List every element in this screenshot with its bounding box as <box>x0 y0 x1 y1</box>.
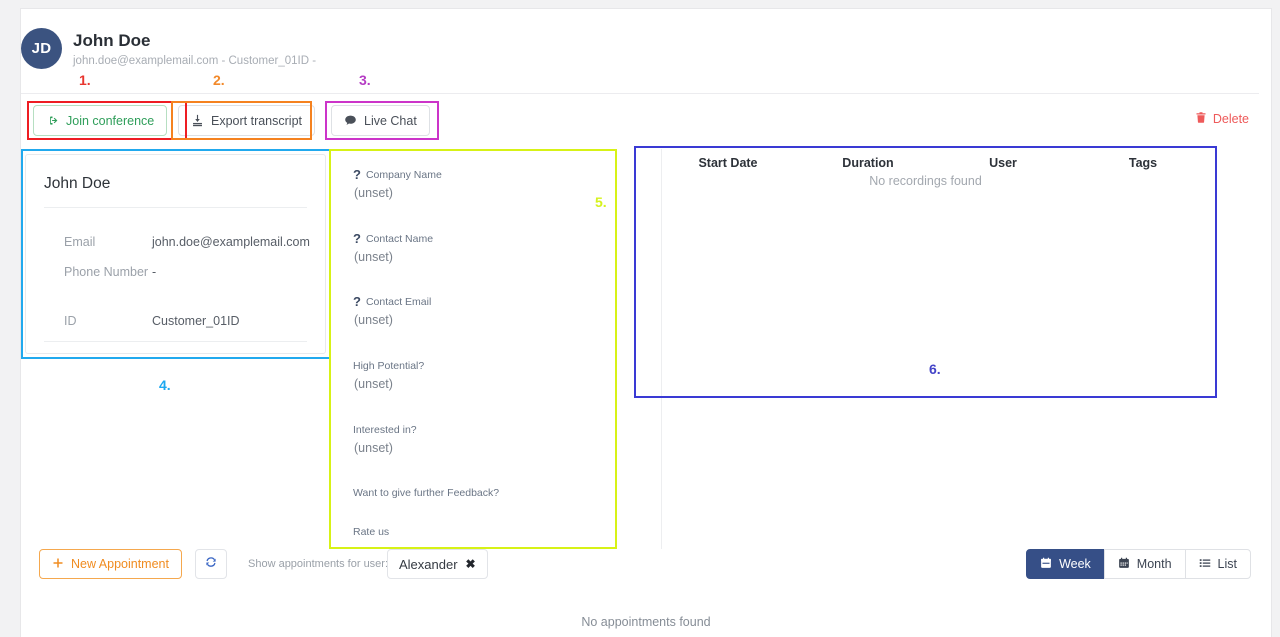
annotation-4: 4. <box>159 377 171 393</box>
customer-info-card: John Doe Email john.doe@examplemail.com … <box>25 154 326 354</box>
chat-bubble-icon <box>344 114 357 127</box>
plus-icon <box>52 557 64 572</box>
question-value: (unset) <box>354 250 393 264</box>
annotation-2: 2. <box>213 72 225 88</box>
question-label: Interested in? <box>353 424 417 436</box>
new-appointment-button[interactable]: New Appointment <box>39 549 182 579</box>
join-conference-label: Join conference <box>66 113 155 128</box>
export-transcript-label: Export transcript <box>211 113 303 128</box>
info-row-email-key: Email <box>64 235 96 249</box>
trash-icon <box>1195 111 1207 127</box>
refresh-button[interactable] <box>195 549 227 579</box>
info-row-email-value: john.doe@examplemail.com <box>152 235 310 249</box>
recordings-col-duration: Duration <box>842 156 894 170</box>
question-contact-email: ? Contact Email (unset) <box>353 295 431 327</box>
recordings-empty-message: No recordings found <box>869 174 982 188</box>
info-row-phone-key: Phone Number <box>64 265 149 279</box>
view-list-label: List <box>1217 557 1237 571</box>
question-label: Want to give further Feedback? <box>353 487 500 499</box>
join-conference-button[interactable]: Join conference <box>33 105 168 136</box>
selected-user-label: Alexander <box>399 556 458 572</box>
info-row-phone-value: - <box>152 265 157 279</box>
view-month-button[interactable]: Month <box>1103 549 1186 579</box>
question-value: (unset) <box>354 377 393 391</box>
delete-label: Delete <box>1212 112 1249 126</box>
info-row-id-value: Customer_01ID <box>152 314 240 328</box>
question-rate-us: Rate us <box>353 526 389 538</box>
annotation-1: 1. <box>79 72 91 88</box>
question-value: (unset) <box>354 313 393 327</box>
question-company-name: ? Company Name (unset) <box>353 168 442 200</box>
info-card-divider-bottom <box>44 341 307 342</box>
new-appointment-label: New Appointment <box>71 557 169 571</box>
recordings-col-start-date: Start Date <box>698 156 758 170</box>
appointments-toolbar: New Appointment Show appointments for us… <box>21 549 1271 589</box>
delete-button[interactable]: Delete <box>1195 111 1249 127</box>
question-label: Contact Name <box>365 232 434 245</box>
view-mode-group: Week Month List <box>1026 549 1251 579</box>
question-mark-icon: ? <box>353 231 361 246</box>
info-card-divider-top <box>44 207 307 208</box>
question-label: High Potential? <box>353 360 425 372</box>
question-high-potential: High Potential? (unset) <box>353 360 424 391</box>
question-mark-icon: ? <box>353 167 361 182</box>
question-value: (unset) <box>354 186 393 200</box>
recordings-col-tags: Tags <box>1128 156 1158 170</box>
view-week-button[interactable]: Week <box>1026 549 1105 579</box>
avatar: JD <box>21 28 62 69</box>
download-icon <box>191 114 204 127</box>
question-contact-name: ? Contact Name (unset) <box>353 232 433 264</box>
info-card-title: John Doe <box>44 175 111 192</box>
export-transcript-button[interactable]: Export transcript <box>178 105 316 136</box>
question-label: Contact Email <box>365 295 432 308</box>
list-icon <box>1199 557 1211 572</box>
page-title: John Doe <box>73 31 151 50</box>
question-label: Company Name <box>365 168 442 181</box>
header-divider <box>21 93 1259 94</box>
sign-in-icon <box>46 114 59 127</box>
page-header: JD John Doe john.doe@examplemail.com - C… <box>21 9 1271 94</box>
header-subtitle: john.doe@examplemail.com - Customer_01ID… <box>73 55 317 67</box>
selected-user-chip[interactable]: Alexander ✖ <box>387 549 488 579</box>
customer-detail-page: JD John Doe john.doe@examplemail.com - C… <box>20 8 1272 637</box>
recordings-table: Start Date Duration User Tags No recordi… <box>638 150 1213 394</box>
live-chat-button[interactable]: Live Chat <box>331 105 430 136</box>
recordings-col-user: User <box>989 156 1017 170</box>
refresh-icon <box>204 555 218 574</box>
question-label: Rate us <box>353 526 390 538</box>
question-mark-icon: ? <box>353 294 361 309</box>
question-value: (unset) <box>354 441 393 455</box>
annotation-3: 3. <box>359 72 371 88</box>
view-list-button[interactable]: List <box>1184 549 1251 579</box>
view-week-label: Week <box>1059 557 1091 571</box>
show-appointments-label: Show appointments for user: <box>248 558 389 570</box>
calendar-week-icon <box>1040 557 1052 572</box>
view-month-label: Month <box>1136 557 1172 571</box>
question-interested-in: Interested in? (unset) <box>353 424 417 455</box>
appointments-empty-message: No appointments found <box>581 615 711 629</box>
question-further-feedback: Want to give further Feedback? <box>353 487 499 499</box>
questions-panel: ? Company Name (unset) ? Contact Name (uns… <box>333 153 613 545</box>
close-icon[interactable]: ✖ <box>466 557 476 571</box>
calendar-month-icon <box>1118 557 1130 572</box>
info-row-id-key: ID <box>64 314 77 328</box>
live-chat-label: Live Chat <box>364 113 417 128</box>
